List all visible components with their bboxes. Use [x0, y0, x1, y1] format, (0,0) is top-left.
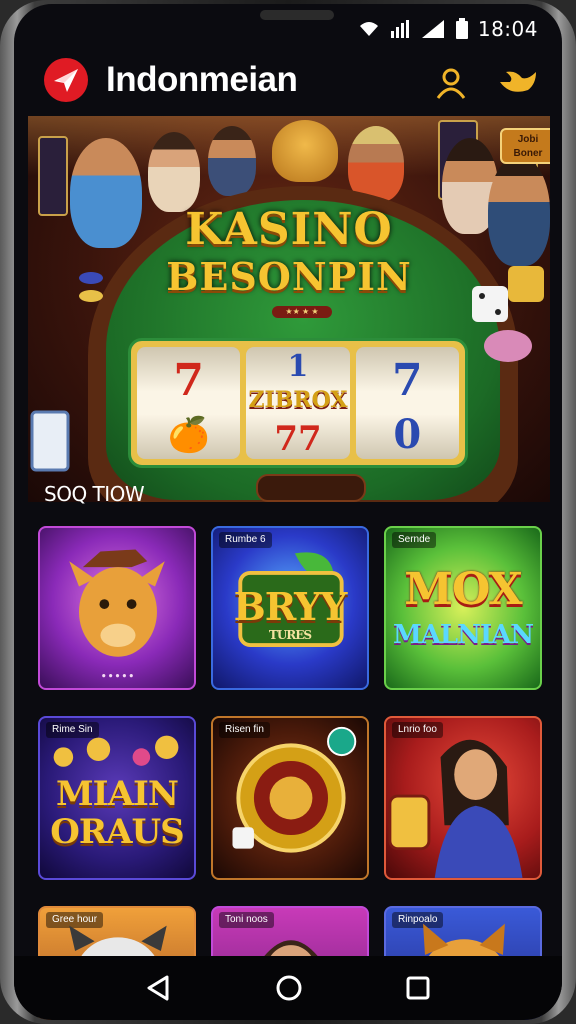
card-deck-icon — [30, 410, 70, 472]
reel-symbol: ZIBROX — [248, 387, 348, 413]
wifi-icon — [359, 22, 378, 36]
reel-symbol: 77 — [274, 419, 322, 459]
game-tile[interactable]: • • • • • — [38, 526, 196, 690]
bird-icon[interactable] — [498, 66, 538, 100]
home-icon[interactable] — [274, 973, 304, 1003]
app-title: Indonmeian — [106, 60, 298, 99]
reel-symbol: 🍊 — [167, 415, 210, 455]
user-icon[interactable] — [434, 66, 468, 100]
reel-symbol: 7 — [392, 355, 423, 406]
lion-mascot — [272, 120, 338, 182]
banner-title-line1: KASINO — [185, 204, 393, 255]
recents-icon[interactable] — [405, 975, 431, 1001]
battery-icon — [455, 18, 468, 39]
navigation-bar — [14, 956, 562, 1020]
reel-symbol: 1 — [287, 349, 309, 384]
game-tile[interactable]: Lnrio foo — [384, 716, 542, 880]
signal-icon — [421, 20, 444, 38]
woman-icon — [388, 739, 523, 878]
logo-icon[interactable] — [44, 58, 88, 102]
reel-symbol: 0 — [393, 411, 422, 458]
tile-subtitle: TURES — [268, 628, 312, 642]
banner-sign: ★★ ★ ★ — [272, 306, 332, 318]
reel-symbol: 7 — [173, 355, 204, 406]
section-title: SOQ TIOW — [44, 482, 145, 506]
dice-icon — [472, 266, 544, 362]
back-icon[interactable] — [145, 974, 173, 1002]
game-tile[interactable]: Risen fin — [211, 716, 369, 880]
status-bar: 18:04 — [358, 16, 538, 42]
tile-tag: Sernde — [392, 532, 437, 548]
tile-subtitle: • • • • • — [100, 672, 134, 682]
game-tile[interactable]: Rime Sin MIAIN ORAUS — [38, 716, 196, 880]
chips-icon — [79, 272, 103, 302]
tile-title: BRYY — [233, 584, 348, 629]
status-time: 18:04 — [477, 17, 538, 41]
corner-badge: Jobi Boner — [500, 128, 550, 164]
tile-title: MOX — [404, 564, 522, 615]
tile-subtitle: MALNIAN — [392, 620, 534, 650]
lion-icon — [69, 549, 165, 657]
speaker-notch — [260, 10, 334, 20]
phone-frame: 18:04 Indonmeian Jobi Boner KASINO BESON… — [0, 0, 576, 1024]
tile-subtitle: ORAUS — [50, 812, 184, 852]
roulette-icon — [232, 726, 357, 853]
screen: 18:04 Indonmeian Jobi Boner KASINO BESON… — [14, 4, 562, 1020]
game-tile[interactable]: Rumbe 6 BRYY TURES — [211, 526, 369, 690]
player-figure — [208, 126, 256, 196]
reel-2: 1 ZIBROX 77 — [246, 347, 350, 459]
reel-1: 7 🍊 — [137, 347, 241, 459]
signal-icon — [390, 20, 409, 38]
slot-reels: 7 🍊 1 ZIBROX 77 7 0 — [128, 338, 468, 468]
promo-banner[interactable]: Jobi Boner KASINO BESONPIN ★★ ★ ★ 7 🍊 1 … — [28, 116, 550, 502]
coin-slot — [256, 474, 366, 502]
reel-3: 7 0 — [355, 347, 459, 459]
player-figure — [148, 132, 200, 212]
tile-title: MIAIN — [56, 774, 179, 814]
game-tile[interactable]: Sernde MOX MALNIAN — [384, 526, 542, 690]
app-header: Indonmeian — [14, 54, 562, 114]
